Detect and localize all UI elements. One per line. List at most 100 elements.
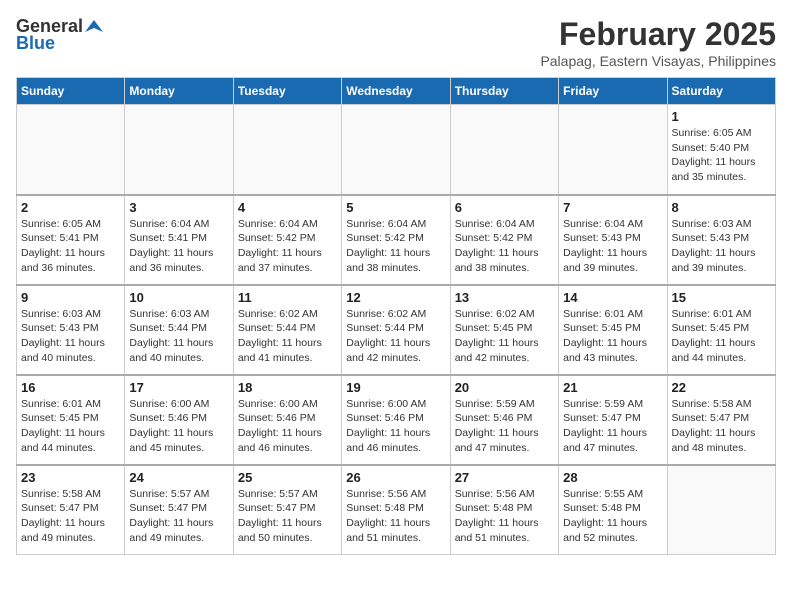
day-info: Sunrise: 5:55 AM Sunset: 5:48 PM Dayligh…: [563, 487, 662, 546]
calendar-day-cell: 4 Sunrise: 6:04 AM Sunset: 5:42 PM Daylig…: [233, 195, 341, 285]
calendar-week-row: 1Sunrise: 6:05 AM Sunset: 5:40 PM Daylig…: [17, 105, 776, 195]
day-number: 12: [346, 290, 445, 305]
calendar-day-cell: [342, 105, 450, 195]
day-number: 21: [563, 380, 662, 395]
day-info: Sunrise: 5:58 AM Sunset: 5:47 PM Dayligh…: [21, 487, 120, 546]
day-info: Sunrise: 6:01 AM Sunset: 5:45 PM Dayligh…: [21, 397, 120, 456]
day-number: 22: [672, 380, 771, 395]
day-info: Sunrise: 6:03 AM Sunset: 5:44 PM Dayligh…: [129, 307, 228, 366]
day-number: 10: [129, 290, 228, 305]
day-number: 4: [238, 200, 337, 215]
calendar-week-row: 2 Sunrise: 6:05 AM Sunset: 5:41 PM Daylig…: [17, 195, 776, 285]
day-number: 28: [563, 470, 662, 485]
day-info: Sunrise: 6:02 AM Sunset: 5:44 PM Dayligh…: [238, 307, 337, 366]
day-number: 19: [346, 380, 445, 395]
day-info: Sunrise: 6:04 AM Sunset: 5:43 PM Dayligh…: [563, 217, 662, 276]
day-number: 6: [455, 200, 554, 215]
day-info: Sunrise: 6:05 AM Sunset: 5:40 PM Dayligh…: [672, 126, 771, 185]
day-info: Sunrise: 6:05 AM Sunset: 5:41 PM Dayligh…: [21, 217, 120, 276]
column-header-sunday: Sunday: [17, 78, 125, 105]
day-info: Sunrise: 6:04 AM Sunset: 5:41 PM Dayligh…: [129, 217, 228, 276]
day-number: 5: [346, 200, 445, 215]
calendar-week-row: 23Sunrise: 5:58 AM Sunset: 5:47 PM Dayli…: [17, 465, 776, 555]
calendar-day-cell: 8Sunrise: 6:03 AM Sunset: 5:43 PM Daylig…: [667, 195, 775, 285]
day-info: Sunrise: 6:01 AM Sunset: 5:45 PM Dayligh…: [563, 307, 662, 366]
day-number: 25: [238, 470, 337, 485]
day-number: 16: [21, 380, 120, 395]
logo-bird-icon: [85, 18, 103, 36]
logo: General Blue: [16, 16, 105, 54]
calendar-header-row: SundayMondayTuesdayWednesdayThursdayFrid…: [17, 78, 776, 105]
day-info: Sunrise: 6:00 AM Sunset: 5:46 PM Dayligh…: [238, 397, 337, 456]
calendar-day-cell: 20 Sunrise: 5:59 AM Sunset: 5:46 PM Dayli…: [450, 375, 558, 465]
day-info: Sunrise: 6:02 AM Sunset: 5:45 PM Dayligh…: [455, 307, 554, 366]
day-number: 13: [455, 290, 554, 305]
calendar-day-cell: [667, 465, 775, 555]
calendar-day-cell: [233, 105, 341, 195]
calendar-week-row: 16 Sunrise: 6:01 AM Sunset: 5:45 PM Dayli…: [17, 375, 776, 465]
day-info: Sunrise: 5:57 AM Sunset: 5:47 PM Dayligh…: [129, 487, 228, 546]
calendar-table: SundayMondayTuesdayWednesdayThursdayFrid…: [16, 77, 776, 555]
day-number: 27: [455, 470, 554, 485]
day-info: Sunrise: 5:56 AM Sunset: 5:48 PM Dayligh…: [346, 487, 445, 546]
calendar-day-cell: 9Sunrise: 6:03 AM Sunset: 5:43 PM Daylig…: [17, 285, 125, 375]
calendar-day-cell: 22 Sunrise: 5:58 AM Sunset: 5:47 PM Dayli…: [667, 375, 775, 465]
day-number: 3: [129, 200, 228, 215]
day-number: 18: [238, 380, 337, 395]
calendar-day-cell: 19 Sunrise: 6:00 AM Sunset: 5:46 PM Dayli…: [342, 375, 450, 465]
day-number: 2: [21, 200, 120, 215]
calendar-day-cell: 25 Sunrise: 5:57 AM Sunset: 5:47 PM Dayli…: [233, 465, 341, 555]
calendar-week-row: 9Sunrise: 6:03 AM Sunset: 5:43 PM Daylig…: [17, 285, 776, 375]
calendar-day-cell: 27 Sunrise: 5:56 AM Sunset: 5:48 PM Dayli…: [450, 465, 558, 555]
day-number: 15: [672, 290, 771, 305]
day-number: 11: [238, 290, 337, 305]
calendar-day-cell: 26 Sunrise: 5:56 AM Sunset: 5:48 PM Dayli…: [342, 465, 450, 555]
day-info: Sunrise: 6:04 AM Sunset: 5:42 PM Dayligh…: [238, 217, 337, 276]
day-info: Sunrise: 6:02 AM Sunset: 5:44 PM Dayligh…: [346, 307, 445, 366]
day-info: Sunrise: 6:01 AM Sunset: 5:45 PM Dayligh…: [672, 307, 771, 366]
day-info: Sunrise: 6:00 AM Sunset: 5:46 PM Dayligh…: [129, 397, 228, 456]
calendar-day-cell: 17 Sunrise: 6:00 AM Sunset: 5:46 PM Dayli…: [125, 375, 233, 465]
calendar-day-cell: 18 Sunrise: 6:00 AM Sunset: 5:46 PM Dayli…: [233, 375, 341, 465]
day-number: 7: [563, 200, 662, 215]
calendar-day-cell: 7 Sunrise: 6:04 AM Sunset: 5:43 PM Daylig…: [559, 195, 667, 285]
day-info: Sunrise: 5:59 AM Sunset: 5:47 PM Dayligh…: [563, 397, 662, 456]
day-info: Sunrise: 5:58 AM Sunset: 5:47 PM Dayligh…: [672, 397, 771, 456]
column-header-tuesday: Tuesday: [233, 78, 341, 105]
calendar-day-cell: 3 Sunrise: 6:04 AM Sunset: 5:41 PM Daylig…: [125, 195, 233, 285]
day-number: 26: [346, 470, 445, 485]
day-info: Sunrise: 5:56 AM Sunset: 5:48 PM Dayligh…: [455, 487, 554, 546]
calendar-day-cell: 6 Sunrise: 6:04 AM Sunset: 5:42 PM Daylig…: [450, 195, 558, 285]
day-number: 14: [563, 290, 662, 305]
calendar-day-cell: [17, 105, 125, 195]
calendar-day-cell: 11 Sunrise: 6:02 AM Sunset: 5:44 PM Dayli…: [233, 285, 341, 375]
calendar-day-cell: 15 Sunrise: 6:01 AM Sunset: 5:45 PM Dayli…: [667, 285, 775, 375]
day-info: Sunrise: 5:57 AM Sunset: 5:47 PM Dayligh…: [238, 487, 337, 546]
day-number: 20: [455, 380, 554, 395]
calendar-day-cell: 23Sunrise: 5:58 AM Sunset: 5:47 PM Dayli…: [17, 465, 125, 555]
calendar-day-cell: 13 Sunrise: 6:02 AM Sunset: 5:45 PM Dayli…: [450, 285, 558, 375]
page-subtitle: Palapag, Eastern Visayas, Philippines: [540, 53, 776, 69]
logo-blue: Blue: [16, 33, 55, 54]
calendar-day-cell: 24Sunrise: 5:57 AM Sunset: 5:47 PM Dayli…: [125, 465, 233, 555]
page-title: February 2025: [540, 16, 776, 53]
title-block: February 2025 Palapag, Eastern Visayas, …: [540, 16, 776, 69]
column-header-monday: Monday: [125, 78, 233, 105]
day-number: 17: [129, 380, 228, 395]
calendar-day-cell: 14 Sunrise: 6:01 AM Sunset: 5:45 PM Dayli…: [559, 285, 667, 375]
calendar-day-cell: 2 Sunrise: 6:05 AM Sunset: 5:41 PM Daylig…: [17, 195, 125, 285]
calendar-day-cell: 10 Sunrise: 6:03 AM Sunset: 5:44 PM Dayli…: [125, 285, 233, 375]
day-number: 8: [672, 200, 771, 215]
calendar-day-cell: 12 Sunrise: 6:02 AM Sunset: 5:44 PM Dayli…: [342, 285, 450, 375]
day-info: Sunrise: 6:04 AM Sunset: 5:42 PM Dayligh…: [455, 217, 554, 276]
calendar-day-cell: 5Sunrise: 6:04 AM Sunset: 5:42 PM Daylig…: [342, 195, 450, 285]
calendar-day-cell: [559, 105, 667, 195]
day-number: 9: [21, 290, 120, 305]
day-info: Sunrise: 5:59 AM Sunset: 5:46 PM Dayligh…: [455, 397, 554, 456]
calendar-day-cell: [450, 105, 558, 195]
calendar-day-cell: [125, 105, 233, 195]
day-info: Sunrise: 6:00 AM Sunset: 5:46 PM Dayligh…: [346, 397, 445, 456]
calendar-day-cell: 1Sunrise: 6:05 AM Sunset: 5:40 PM Daylig…: [667, 105, 775, 195]
calendar-day-cell: 28 Sunrise: 5:55 AM Sunset: 5:48 PM Dayli…: [559, 465, 667, 555]
column-header-friday: Friday: [559, 78, 667, 105]
